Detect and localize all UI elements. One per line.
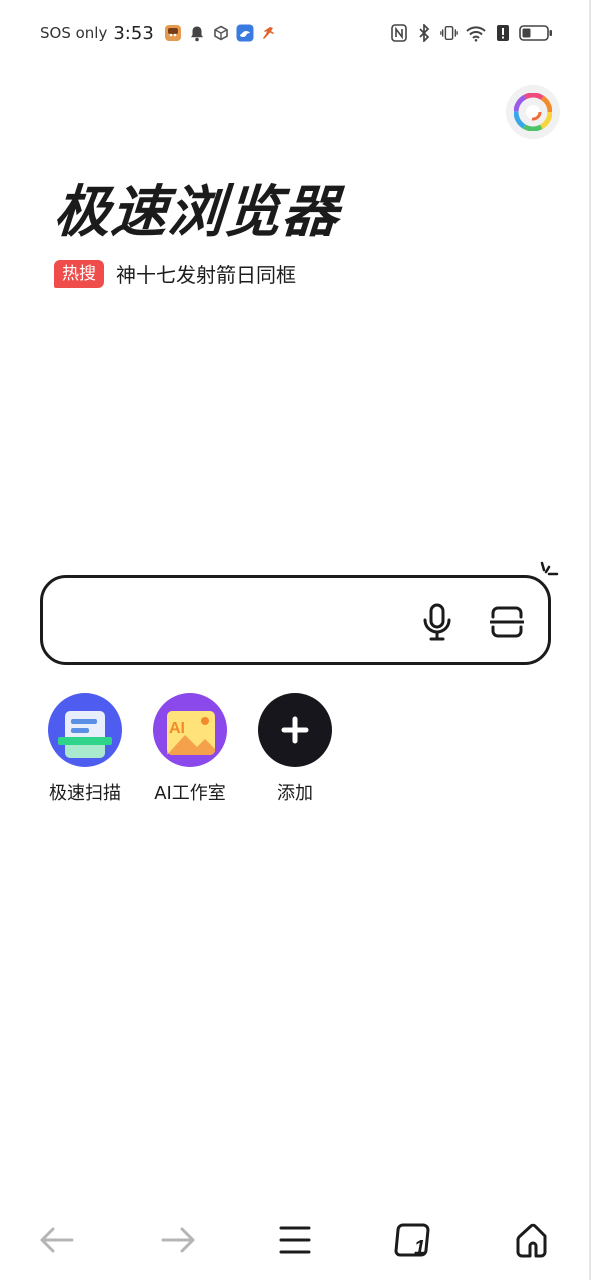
voice-search-button[interactable] [417, 602, 457, 642]
search-input[interactable] [65, 600, 405, 642]
brand-title-block: 极速浏览器 [51, 178, 342, 248]
tabs-button[interactable]: 1 [391, 1218, 435, 1262]
tabs-icon: 1 [394, 1223, 430, 1259]
home-icon [516, 1223, 547, 1258]
shortcut-label: 极速扫描 [49, 783, 121, 804]
bluetooth-icon [415, 24, 433, 42]
hot-search-row[interactable]: 热搜 神十七发射箭日同框 [54, 259, 296, 288]
search-box[interactable] [40, 575, 551, 665]
page-title: 极速浏览器 [51, 180, 342, 245]
status-bar: SOS only 3:53 [0, 0, 591, 66]
app-avatar-icon [164, 24, 182, 42]
status-right [390, 20, 553, 46]
shortcut-label: 添加 [277, 783, 313, 804]
shortcut-add[interactable]: 添加 [245, 693, 345, 805]
microphone-icon [423, 603, 451, 641]
ai-icon-text: AI [169, 720, 185, 737]
bird-app-icon [236, 24, 254, 42]
scan-button[interactable] [487, 602, 527, 642]
ai-studio-icon: AI [153, 693, 227, 767]
hamburger-menu-icon [279, 1226, 311, 1254]
hot-search-badge: 热搜 [54, 259, 104, 288]
scanner-icon [48, 693, 122, 767]
scan-frame-icon [490, 606, 524, 638]
status-left: SOS only 3:53 [40, 20, 278, 46]
shortcut-label: AI工作室 [154, 783, 226, 804]
battery-icon [519, 24, 553, 42]
arrow-left-icon [40, 1227, 74, 1253]
hot-search-text[interactable]: 神十七发射箭日同框 [116, 259, 296, 288]
rainbow-swirl-icon [514, 93, 552, 131]
plus-icon [258, 693, 332, 767]
tabs-count: 1 [414, 1237, 425, 1259]
home-button[interactable] [510, 1218, 554, 1262]
back-button[interactable] [35, 1218, 79, 1262]
menu-button[interactable] [273, 1218, 317, 1262]
carrier-text: SOS only [40, 24, 108, 42]
vibrate-icon [440, 24, 458, 42]
wifi-icon [465, 24, 487, 42]
nfc-icon [390, 24, 408, 42]
assistant-logo-button[interactable] [506, 85, 560, 139]
bottom-navigation-bar: 1 [0, 1200, 591, 1280]
forward-button[interactable] [156, 1218, 200, 1262]
clock-time: 3:53 [113, 22, 154, 44]
arrow-right-icon [161, 1227, 195, 1253]
alert-icon [494, 24, 512, 42]
runner-app-icon [260, 24, 278, 42]
shortcut-ai-studio[interactable]: AI AI工作室 [140, 693, 240, 805]
box-icon [212, 24, 230, 42]
bell-icon [188, 24, 206, 42]
shortcut-fast-scan[interactable]: 极速扫描 [35, 693, 135, 805]
